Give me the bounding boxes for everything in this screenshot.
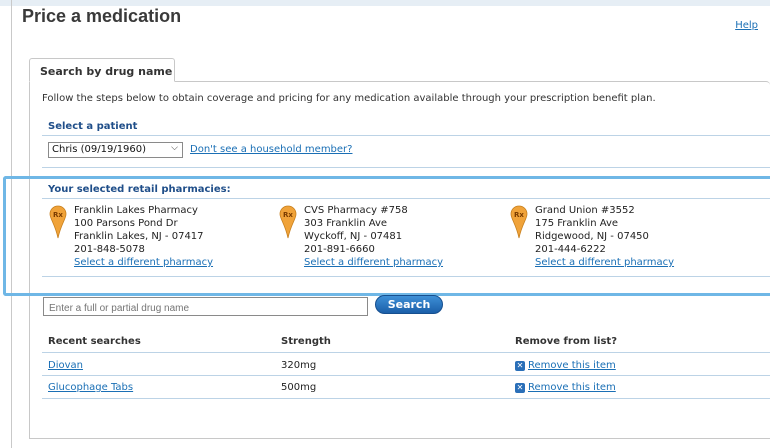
table-header-divider	[42, 352, 770, 353]
pharmacies-section-label: Your selected retail pharmacies:	[48, 184, 231, 195]
pharmacy-name: CVS Pharmacy #758	[304, 205, 408, 216]
pharmacies-bottom-divider	[42, 276, 770, 277]
patient-select[interactable]: Chris (09/19/1960) ⌵	[48, 142, 183, 158]
recent-drug-strength: 500mg	[281, 382, 317, 393]
select-different-pharmacy-link[interactable]: Select a different pharmacy	[304, 256, 443, 269]
pharmacies-section-divider	[42, 198, 770, 199]
remove-item-link[interactable]: Remove this item	[528, 360, 616, 371]
help-link[interactable]: Help	[735, 20, 758, 31]
rx-pin-icon: Rx	[49, 205, 67, 239]
patient-bottom-divider	[42, 167, 770, 168]
pharmacy-name: Franklin Lakes Pharmacy	[74, 205, 198, 216]
page-title: Price a medication	[22, 6, 182, 26]
search-button[interactable]: Search	[375, 295, 443, 314]
close-icon[interactable]: ✕	[515, 361, 525, 371]
pharmacy-city: Ridgewood, NJ - 07450	[535, 231, 649, 242]
pharmacy-phone: 201-444-6222	[535, 244, 606, 255]
chevron-down-icon: ⌵	[171, 143, 178, 153]
tab-search-by-drug-name[interactable]: Search by drug name	[29, 58, 175, 82]
close-icon[interactable]: ✕	[515, 383, 525, 393]
pharmacy-city: Franklin Lakes, NJ - 07417	[74, 231, 204, 242]
svg-text:Rx: Rx	[514, 211, 524, 219]
recent-drug-link[interactable]: Diovan	[48, 360, 83, 371]
select-different-pharmacy-link[interactable]: Select a different pharmacy	[535, 256, 674, 269]
left-border	[11, 0, 12, 448]
pharmacy-street: 175 Franklin Ave	[535, 218, 619, 229]
recent-drug-strength: 320mg	[281, 360, 317, 371]
household-member-link[interactable]: Don't see a household member?	[190, 144, 352, 155]
drug-search-input[interactable]	[43, 297, 368, 316]
rx-pin-icon: Rx	[279, 205, 297, 239]
pharmacy-city: Wyckoff, NJ - 07481	[304, 231, 403, 242]
patient-select-value: Chris (09/19/1960)	[52, 144, 147, 155]
intro-text: Follow the steps below to obtain coverag…	[42, 93, 656, 104]
select-different-pharmacy-link[interactable]: Select a different pharmacy	[74, 256, 213, 269]
remove-header: Remove from list?	[515, 336, 617, 347]
svg-text:Rx: Rx	[283, 211, 293, 219]
recent-drug-link[interactable]: Glucophage Tabs	[48, 382, 133, 393]
pharmacy-street: 100 Parsons Pond Dr	[74, 218, 178, 229]
svg-text:Rx: Rx	[53, 211, 63, 219]
pharmacy-phone: 201-848-5078	[74, 244, 145, 255]
recent-searches-header: Recent searches	[48, 336, 141, 347]
remove-item-link[interactable]: Remove this item	[528, 382, 616, 393]
pharmacy-street: 303 Franklin Ave	[304, 218, 388, 229]
patient-section-divider	[42, 135, 770, 136]
pharmacy-name: Grand Union #3552	[535, 205, 635, 216]
patient-section-label: Select a patient	[48, 121, 138, 132]
table-row-divider	[42, 375, 770, 376]
table-row-divider	[42, 398, 770, 399]
rx-pin-icon: Rx	[510, 205, 528, 239]
pharmacy-phone: 201-891-6660	[304, 244, 375, 255]
strength-header: Strength	[281, 336, 331, 347]
